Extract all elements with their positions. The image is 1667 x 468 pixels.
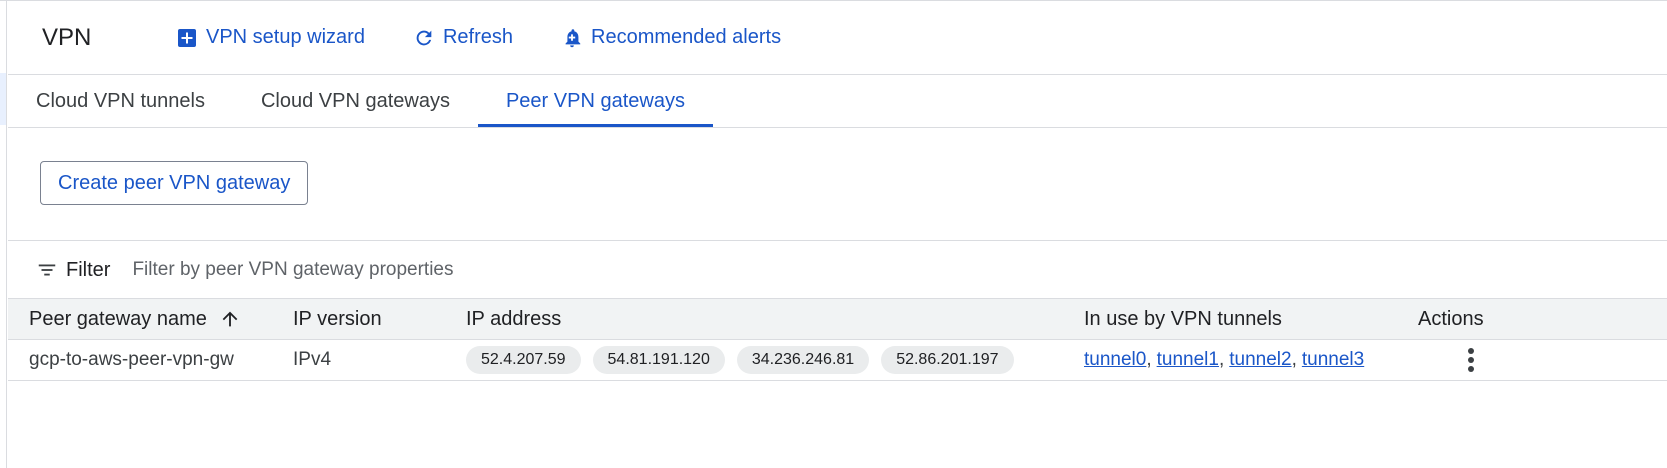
left-nav-selected-indicator	[0, 73, 6, 125]
recommended-alerts-label: Recommended alerts	[591, 26, 782, 48]
filter-bar: Filter	[8, 242, 1667, 298]
filter-input[interactable]	[130, 258, 835, 282]
tab-cloud-vpn-tunnels[interactable]: Cloud VPN tunnels	[8, 75, 233, 127]
tunnel-link[interactable]: tunnel1	[1157, 349, 1219, 371]
tunnel-link[interactable]: tunnel2	[1229, 349, 1291, 371]
cell-ip-addresses: 52.4.207.59 54.81.191.120 34.236.246.81 …	[466, 340, 1026, 380]
create-action-area: Create peer VPN gateway	[8, 128, 1667, 241]
tunnel-separator: ,	[1146, 349, 1152, 370]
add-alert-bell-icon	[561, 27, 583, 49]
vpn-setup-wizard-button[interactable]: VPN setup wizard	[176, 26, 365, 49]
left-nav-rail	[0, 1, 7, 468]
refresh-button[interactable]: Refresh	[413, 26, 513, 49]
tab-label: Cloud VPN gateways	[260, 89, 450, 112]
table-header: Peer gateway name IP version IP address …	[8, 298, 1667, 340]
page-header: VPN VPN setup wizard Refresh Recommended…	[8, 1, 1667, 75]
recommended-alerts-button[interactable]: Recommended alerts	[561, 26, 781, 49]
more-vert-icon[interactable]	[1459, 344, 1483, 376]
column-header-actions: Actions	[1418, 307, 1484, 330]
page-title: VPN	[42, 23, 92, 51]
filter-list-icon	[36, 259, 58, 281]
table-row: gcp-to-aws-peer-vpn-gw IPv4 52.4.207.59 …	[8, 340, 1667, 381]
tunnel-link[interactable]: tunnel0	[1084, 349, 1146, 371]
cell-vpn-tunnels: tunnel0, tunnel1, tunnel2, tunnel3	[1084, 340, 1364, 380]
tunnel-separator: ,	[1291, 349, 1297, 370]
add-box-icon	[176, 27, 198, 49]
filter-button[interactable]: Filter	[36, 259, 110, 282]
column-header-ip-version[interactable]: IP version	[293, 299, 382, 339]
tab-label: Peer VPN gateways	[505, 89, 685, 112]
vpn-page: VPN VPN setup wizard Refresh Recommended…	[0, 0, 1667, 468]
ip-address-chip: 34.236.246.81	[736, 346, 870, 374]
vpn-setup-wizard-label: VPN setup wizard	[206, 26, 365, 48]
column-header-peer-gateway-name[interactable]: Peer gateway name	[29, 299, 241, 339]
cell-peer-gateway-name: gcp-to-aws-peer-vpn-gw	[29, 349, 234, 370]
column-header-label: Peer gateway name	[29, 307, 207, 330]
column-header-ip-address[interactable]: IP address	[466, 299, 561, 339]
create-peer-vpn-gateway-button[interactable]: Create peer VPN gateway	[40, 161, 309, 205]
cell-actions	[1459, 340, 1483, 380]
filter-label: Filter	[66, 258, 111, 281]
tab-peer-vpn-gateways[interactable]: Peer VPN gateways	[477, 75, 713, 127]
tab-cloud-vpn-gateways[interactable]: Cloud VPN gateways	[233, 75, 478, 127]
tab-bar: Cloud VPN tunnels Cloud VPN gateways Pee…	[8, 75, 1667, 128]
column-header-in-use-by-vpn-tunnels[interactable]: In use by VPN tunnels	[1084, 299, 1282, 339]
ip-address-chip: 52.4.207.59	[466, 346, 581, 374]
tunnel-separator: ,	[1218, 349, 1225, 370]
tunnel-link[interactable]: tunnel3	[1302, 349, 1364, 371]
refresh-icon	[413, 27, 435, 49]
sort-ascending-icon[interactable]	[219, 308, 241, 330]
cell-ip-version: IPv4	[293, 349, 332, 370]
peer-gateways-table: Peer gateway name IP version IP address …	[8, 298, 1667, 381]
ip-address-chip: 54.81.191.120	[592, 346, 725, 374]
refresh-label: Refresh	[442, 26, 513, 48]
tab-label: Cloud VPN tunnels	[36, 89, 205, 112]
ip-address-chip: 52.86.201.197	[881, 346, 1014, 374]
